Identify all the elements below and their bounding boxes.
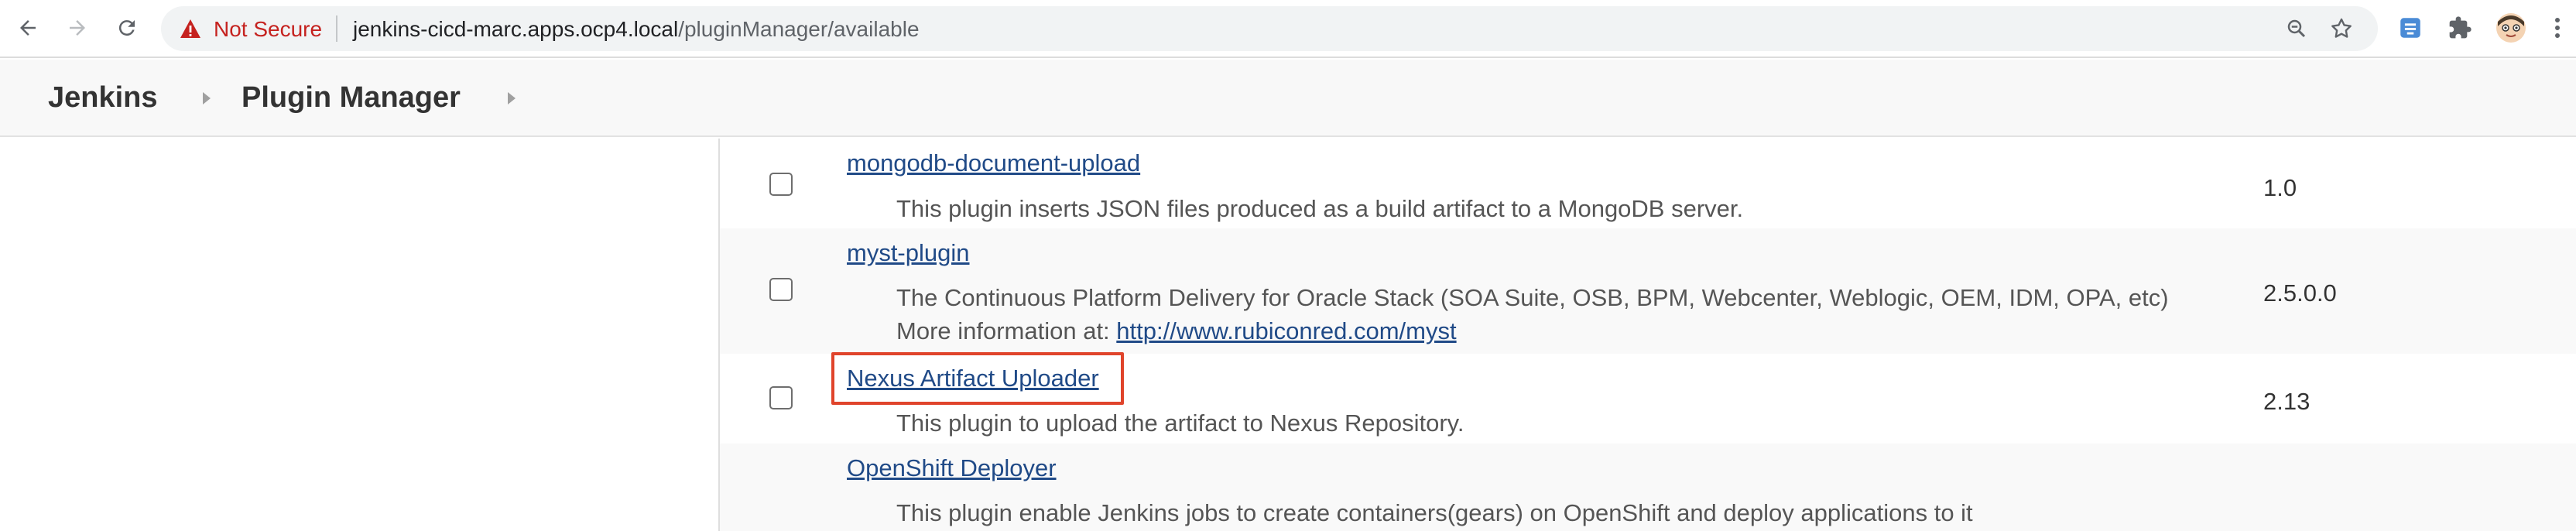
highlight-annotation — [831, 352, 1124, 405]
browser-toolbar: Not Secure jenkins-cicd-marc.apps.ocp4.l… — [0, 0, 2576, 58]
plugin-name-link[interactable]: mongodb-document-upload — [847, 149, 1140, 177]
breadcrumb-plugin-manager[interactable]: Plugin Manager — [242, 81, 461, 115]
url-text[interactable]: jenkins-cicd-marc.apps.ocp4.local/plugin… — [353, 17, 920, 42]
table-row: mongodb-document-upload This plugin inse… — [720, 139, 2576, 228]
reload-icon[interactable] — [110, 11, 144, 45]
breadcrumb: Jenkins Plugin Manager — [0, 60, 2576, 137]
plugin-description: This plugin to upload the artifact to Ne… — [896, 409, 1464, 437]
install-checkbox[interactable] — [769, 386, 793, 409]
more-info-link[interactable]: http://www.rubiconred.com/myst — [1116, 317, 1456, 344]
plugin-description: This plugin enable Jenkins jobs to creat… — [896, 499, 1973, 526]
back-icon[interactable] — [11, 11, 45, 45]
security-status[interactable]: Not Secure — [214, 17, 322, 42]
install-checkbox[interactable] — [769, 173, 793, 196]
zoom-icon[interactable] — [2282, 14, 2311, 43]
plugin-table: mongodb-document-upload This plugin inse… — [718, 139, 2576, 531]
plugin-description: The Continuous Platform Delivery for Ora… — [896, 284, 2169, 311]
profile-avatar[interactable] — [2494, 11, 2528, 45]
plugin-name-link[interactable]: myst-plugin — [847, 239, 970, 267]
breadcrumb-arrow-icon[interactable] — [508, 92, 516, 104]
breadcrumb-arrow-icon[interactable] — [203, 92, 211, 104]
forward-icon[interactable] — [60, 11, 94, 45]
puzzle-icon[interactable] — [2443, 11, 2477, 45]
address-bar[interactable]: Not Secure jenkins-cicd-marc.apps.ocp4.l… — [161, 6, 2378, 51]
plugin-version: 2.5.0.0 — [2263, 279, 2337, 307]
breadcrumb-jenkins[interactable]: Jenkins — [48, 81, 158, 115]
address-divider — [336, 15, 337, 42]
plugin-version: 2.13 — [2263, 388, 2311, 415]
plugin-more-info: More information at: http://www.rubiconr… — [896, 317, 1457, 345]
star-icon[interactable] — [2327, 14, 2356, 43]
warning-icon — [180, 19, 201, 39]
url-host: jenkins-cicd-marc.apps.ocp4.local — [353, 17, 679, 41]
url-path: /pluginManager/available — [678, 17, 920, 41]
table-row: myst-plugin The Continuous Platform Deli… — [720, 228, 2576, 354]
plugin-description: This plugin inserts JSON files produced … — [896, 195, 1744, 222]
more-info-label: More information at: — [896, 317, 1110, 344]
menu-kebab-icon[interactable] — [2542, 11, 2573, 45]
plugin-name-link[interactable]: OpenShift Deployer — [847, 454, 1057, 482]
table-row: OpenShift Deployer This plugin enable Je… — [720, 444, 2576, 531]
install-checkbox[interactable] — [769, 278, 793, 301]
extension-badge-icon[interactable] — [2393, 11, 2427, 45]
plugin-version: 1.0 — [2263, 174, 2297, 201]
